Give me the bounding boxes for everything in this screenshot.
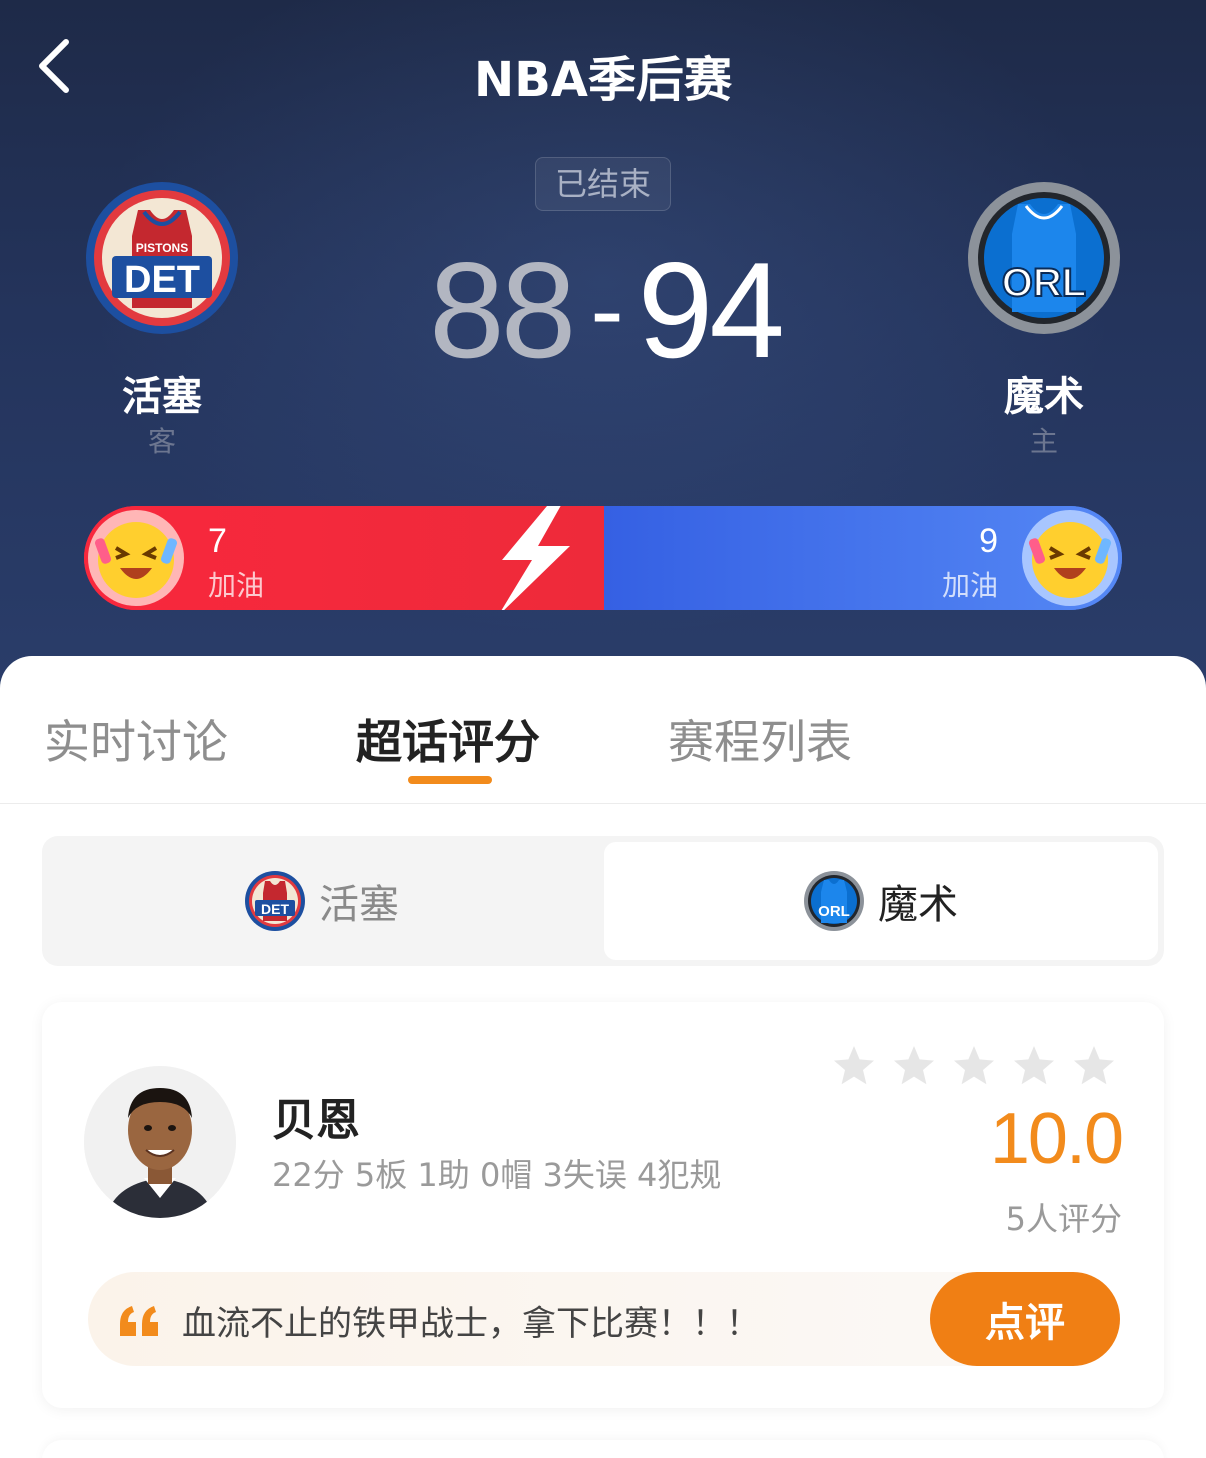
- away-score: 88: [429, 234, 576, 386]
- home-team-side: 主: [1029, 425, 1058, 458]
- tab-schedule-list[interactable]: 赛程列表: [668, 706, 852, 772]
- home-cheer-count: 9: [979, 522, 998, 560]
- score-separator: -: [590, 253, 623, 366]
- tab-bar: 实时讨论 超话评分 赛程列表: [0, 656, 1206, 804]
- away-team-name: 活塞: [122, 374, 202, 420]
- player-name: 贝恩: [272, 1095, 360, 1146]
- star-icon[interactable]: [952, 1044, 996, 1088]
- team-switch-home[interactable]: ORL 魔术: [604, 842, 1158, 960]
- home-cheer-label: 加油: [941, 569, 998, 602]
- player-stats: 22分 5板 1助 0帽 3失误 4犯规: [272, 1156, 722, 1194]
- pistons-mini-logo-icon: DET: [245, 871, 305, 931]
- top-comment[interactable]: 血流不止的铁甲战士，拿下比赛！！！ 点评: [88, 1272, 1120, 1366]
- star-icon[interactable]: [1012, 1044, 1056, 1088]
- svg-text:DET: DET: [261, 901, 289, 917]
- away-team-side: 客: [147, 425, 176, 458]
- tab-live-discussion[interactable]: 实时讨论: [44, 706, 228, 772]
- star-icon[interactable]: [1072, 1044, 1116, 1088]
- lightning-bolt-icon: [501, 506, 570, 610]
- team-switch: DET 活塞 ORL 魔术: [42, 836, 1164, 966]
- home-score: 94: [637, 234, 785, 386]
- team-switch-away-label: 活塞: [319, 882, 399, 928]
- player-rating-score: 10.0: [989, 1099, 1124, 1179]
- team-switch-away[interactable]: DET 活塞: [42, 842, 602, 960]
- pistons-abbr: DET: [124, 259, 200, 301]
- star-rating[interactable]: [832, 1044, 1116, 1088]
- player-avatar[interactable]: [84, 1066, 236, 1218]
- home-team-name: 魔术: [1004, 374, 1084, 420]
- pistons-wordmark: PISTONS: [136, 241, 188, 255]
- active-tab-indicator: [408, 776, 492, 784]
- next-player-card[interactable]: [42, 1440, 1164, 1458]
- comment-text: 血流不止的铁甲战士，拿下比赛！！！: [182, 1304, 760, 1344]
- team-switch-home-label: 魔术: [878, 882, 958, 928]
- away-cheer-count: 7: [208, 522, 227, 560]
- tab-super-topic-rating[interactable]: 超话评分: [356, 706, 540, 772]
- svg-text:ORL: ORL: [818, 903, 850, 920]
- magic-logo[interactable]: ORL: [968, 182, 1120, 334]
- star-icon[interactable]: [892, 1044, 936, 1088]
- match-header: NBA季后赛 已结束 DET PISTONS 活塞 客 ORL 魔术 主 88 …: [0, 0, 1206, 700]
- rating-count: 5人评分: [1005, 1200, 1122, 1238]
- pistons-logo[interactable]: DET PISTONS: [86, 182, 238, 334]
- magic-abbr: ORL: [1002, 261, 1086, 305]
- review-button[interactable]: 点评: [930, 1272, 1120, 1366]
- away-cheer-label: 加油: [208, 569, 265, 602]
- cheer-emoji-icon[interactable]: [1020, 508, 1120, 608]
- match-status-badge: 已结束: [535, 157, 671, 211]
- content-panel: 实时讨论 超话评分 赛程列表 DET 活塞 ORL 魔术 贝恩 22分 5板 1…: [0, 656, 1206, 1458]
- magic-mini-logo-icon: ORL: [804, 871, 864, 931]
- cheer-emoji-icon[interactable]: [86, 508, 186, 608]
- quote-icon: [120, 1306, 158, 1336]
- scoreboard: 88 - 94: [420, 234, 790, 386]
- page-title: NBA季后赛: [474, 52, 732, 108]
- star-icon[interactable]: [832, 1044, 876, 1088]
- cheer-bar: 7 加油 9 加油: [84, 506, 1122, 610]
- player-rating-card[interactable]: 贝恩 22分 5板 1助 0帽 3失误 4犯规 10.0 5人评分 血流不止的铁…: [42, 1002, 1164, 1408]
